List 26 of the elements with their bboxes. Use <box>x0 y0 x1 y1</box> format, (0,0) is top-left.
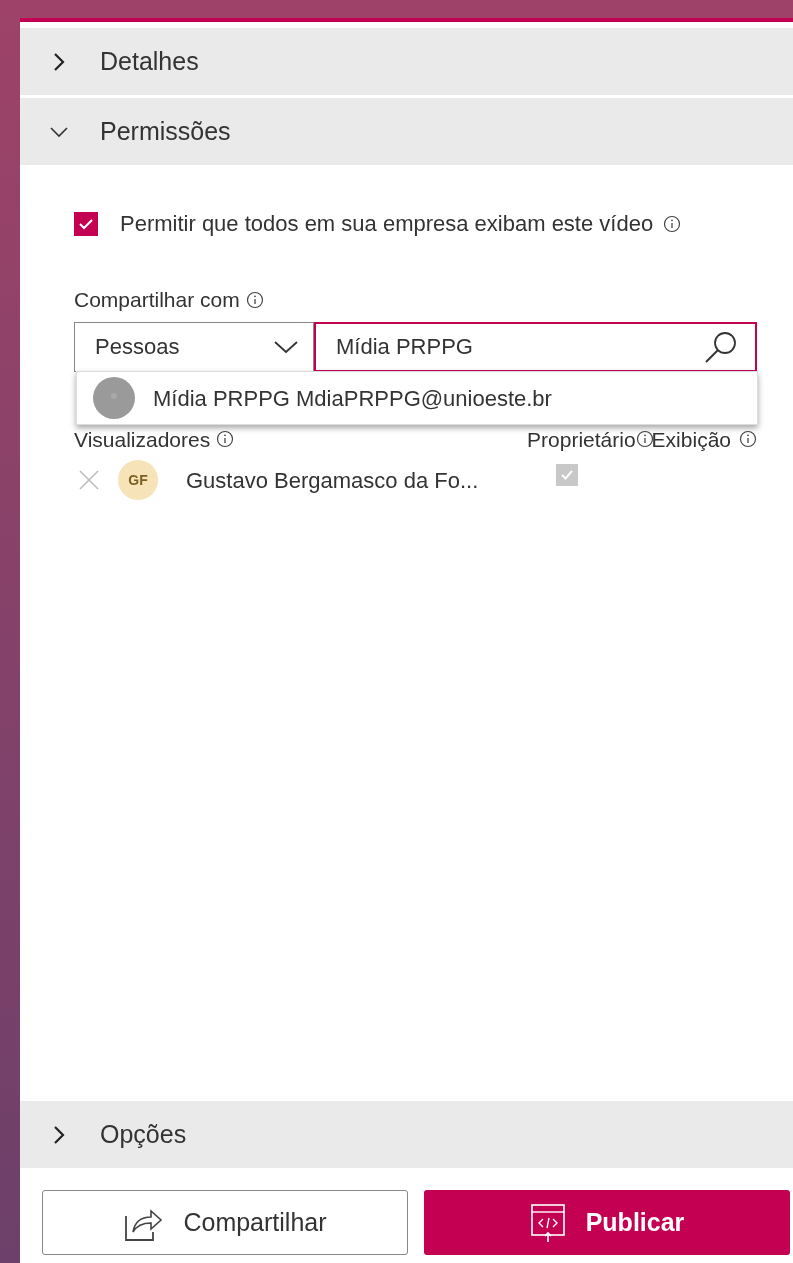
person-avatar-icon <box>93 377 135 419</box>
section-header[interactable]: Opções <box>20 1101 793 1168</box>
info-icon[interactable] <box>635 430 654 449</box>
suggestion-item[interactable]: Mídia PRPPG MdiaPRPPG@unioeste.br <box>77 372 757 424</box>
info-icon[interactable] <box>739 430 757 449</box>
checkbox[interactable] <box>74 211 98 236</box>
field-label: Compartilhar com <box>74 287 240 313</box>
info-icon[interactable] <box>216 430 235 449</box>
column-header: Exibição <box>651 426 731 453</box>
column-header: Visualizadores <box>74 426 211 453</box>
code-window-icon <box>529 1202 566 1243</box>
viewer-name: Gustavo Bergamasco da Fo... <box>186 466 480 495</box>
avatar: GF <box>118 460 158 500</box>
chevron-down-icon <box>48 124 70 139</box>
section-header[interactable]: Detalhes <box>20 28 793 95</box>
section-header[interactable]: Permissões <box>20 98 793 165</box>
checkmark-icon <box>560 469 574 481</box>
info-icon[interactable] <box>663 214 682 233</box>
checkbox-label: Permitir que todos em sua empresa exibam este vídeo <box>120 210 654 238</box>
publish-button[interactable]: Publicar <box>424 1190 790 1255</box>
search-icon[interactable] <box>703 329 739 364</box>
share-button[interactable]: Compartilhar <box>42 1190 408 1255</box>
column-header: Proprietário <box>527 426 636 453</box>
checkmark-icon <box>78 216 94 231</box>
info-icon[interactable] <box>245 290 264 309</box>
chevron-down-icon <box>273 338 299 355</box>
